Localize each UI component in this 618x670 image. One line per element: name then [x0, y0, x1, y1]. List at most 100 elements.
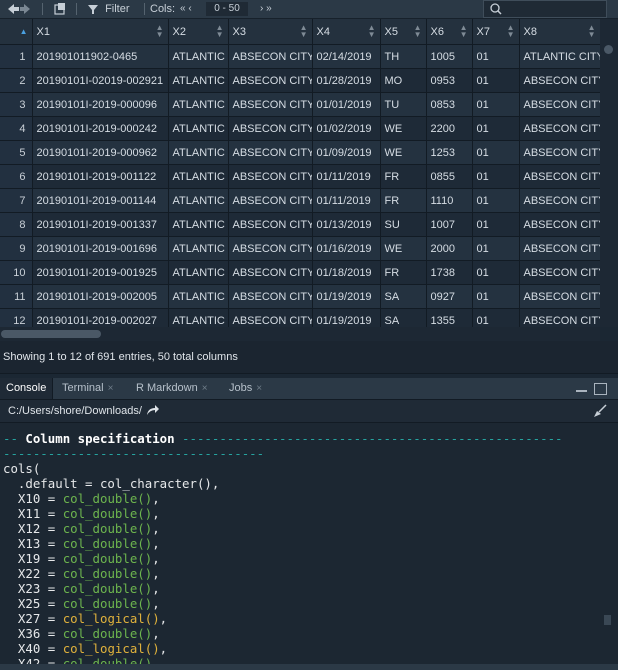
table-cell[interactable]: TH: [380, 44, 427, 69]
table-cell[interactable]: 1355: [426, 308, 473, 327]
table-cell[interactable]: 20190101I-2019-001122: [32, 164, 169, 189]
table-cell[interactable]: ATLANTIC CITY: [519, 44, 600, 69]
search-input[interactable]: [483, 0, 607, 18]
table-cell[interactable]: 01: [472, 92, 520, 117]
close-icon[interactable]: ×: [256, 383, 262, 394]
column-header[interactable]: X2 ▲ ▼: [168, 19, 229, 45]
table-cell[interactable]: ABSECON CITY: [228, 188, 313, 213]
tab-console[interactable]: Console: [0, 378, 54, 399]
cols-next-icon[interactable]: › »: [260, 0, 272, 18]
table-cell[interactable]: ABSECON CITY: [228, 116, 313, 141]
table-cell[interactable]: SU: [380, 212, 427, 237]
table-cell[interactable]: ABSECON CITY: [519, 260, 600, 285]
table-cell[interactable]: 01: [472, 68, 520, 93]
table-cell[interactable]: 01: [472, 212, 520, 237]
table-row[interactable]: 6 20190101I-2019-001122 ATLANTIC ABSECON CI…: [0, 164, 600, 189]
table-row[interactable]: 3 20190101I-2019-000096 ATLANTIC ABSECON CI…: [0, 92, 600, 117]
scrollbar-thumb[interactable]: [1, 330, 101, 338]
table-cell[interactable]: ATLANTIC: [168, 164, 229, 189]
table-cell[interactable]: 20190101I-2019-001337: [32, 212, 169, 237]
table-cell[interactable]: 0927: [426, 284, 473, 309]
close-icon[interactable]: ×: [108, 383, 114, 394]
table-cell[interactable]: 20190101I-2019-000096: [32, 92, 169, 117]
table-cell[interactable]: 20190101I-2019-001144: [32, 188, 169, 213]
cols-range-field[interactable]: 0 - 50: [206, 2, 248, 16]
working-directory-path[interactable]: C:/Users/shore/Downloads/: [8, 405, 142, 417]
row-number-header[interactable]: ▲: [0, 19, 33, 45]
column-header[interactable]: X3 ▲ ▼: [228, 19, 313, 45]
table-cell[interactable]: 01/11/2019: [312, 164, 381, 189]
table-cell[interactable]: ATLANTIC: [168, 212, 229, 237]
table-cell[interactable]: 0953: [426, 68, 473, 93]
table-cell[interactable]: 01: [472, 260, 520, 285]
vertical-scrollbar[interactable]: [600, 19, 618, 327]
table-cell[interactable]: 01/11/2019: [312, 188, 381, 213]
table-cell[interactable]: ATLANTIC: [168, 236, 229, 261]
table-cell[interactable]: 20190101I-02019-002921: [32, 68, 169, 93]
table-cell[interactable]: ATLANTIC: [168, 284, 229, 309]
tab-jobs[interactable]: Jobs ×: [229, 378, 262, 399]
table-cell[interactable]: 01: [472, 140, 520, 165]
table-cell[interactable]: 01/13/2019: [312, 212, 381, 237]
horizontal-scrollbar[interactable]: [0, 327, 600, 341]
table-cell[interactable]: ABSECON CITY: [519, 236, 600, 261]
table-cell[interactable]: WE: [380, 116, 427, 141]
scrollbar-thumb[interactable]: [604, 615, 611, 625]
table-row[interactable]: 10 20190101I-2019-001925 ATLANTIC ABSECON C…: [0, 260, 600, 285]
filter-button[interactable]: Filter: [88, 0, 130, 18]
table-cell[interactable]: 01/18/2019: [312, 260, 381, 285]
table-cell[interactable]: ATLANTIC: [168, 92, 229, 117]
close-icon[interactable]: ×: [202, 383, 208, 394]
table-cell[interactable]: 01/09/2019: [312, 140, 381, 165]
table-cell[interactable]: 01/02/2019: [312, 116, 381, 141]
minimize-icon[interactable]: [576, 383, 587, 392]
table-cell[interactable]: FR: [380, 164, 427, 189]
table-row[interactable]: 5 20190101I-2019-000962 ATLANTIC ABSECON CI…: [0, 140, 600, 165]
table-cell[interactable]: 1007: [426, 212, 473, 237]
tab-terminal[interactable]: Terminal ×: [62, 378, 113, 399]
clear-console-icon[interactable]: [592, 403, 608, 422]
table-cell[interactable]: 01: [472, 236, 520, 261]
table-cell[interactable]: ABSECON CITY: [519, 188, 600, 213]
table-cell[interactable]: ABSECON CITY: [228, 164, 313, 189]
table-cell[interactable]: 20190101I-2019-000242: [32, 116, 169, 141]
table-cell[interactable]: ABSECON CITY: [519, 68, 600, 93]
table-cell[interactable]: ABSECON CITY: [519, 164, 600, 189]
table-cell[interactable]: ATLANTIC: [168, 308, 229, 327]
column-header[interactable]: X1 ▲ ▼: [32, 19, 169, 45]
table-cell[interactable]: ATLANTIC: [168, 188, 229, 213]
table-cell[interactable]: ABSECON CITY: [228, 92, 313, 117]
table-cell[interactable]: 01: [472, 308, 520, 327]
table-cell[interactable]: 01/28/2019: [312, 68, 381, 93]
table-cell[interactable]: 01/19/2019: [312, 284, 381, 309]
table-cell[interactable]: ABSECON CITY: [519, 308, 600, 327]
table-row[interactable]: 8 20190101I-2019-001337 ATLANTIC ABSECON CI…: [0, 212, 600, 237]
table-cell[interactable]: ABSECON CITY: [228, 260, 313, 285]
table-cell[interactable]: 01: [472, 284, 520, 309]
table-cell[interactable]: 20190101I-2019-001925: [32, 260, 169, 285]
column-header[interactable]: X7 ▲ ▼: [472, 19, 520, 45]
console-scrollbar[interactable]: [600, 423, 618, 664]
table-cell[interactable]: WE: [380, 236, 427, 261]
table-cell[interactable]: 2000: [426, 236, 473, 261]
table-cell[interactable]: ATLANTIC: [168, 44, 229, 69]
table-cell[interactable]: ABSECON CITY: [228, 44, 313, 69]
table-cell[interactable]: ABSECON CITY: [519, 284, 600, 309]
table-cell[interactable]: ABSECON CITY: [519, 92, 600, 117]
column-header[interactable]: X8 ▲ ▼: [519, 19, 600, 45]
table-cell[interactable]: ABSECON CITY: [519, 116, 600, 141]
table-cell[interactable]: 20190101I-2019-002005: [32, 284, 169, 309]
column-header[interactable]: X4 ▲ ▼: [312, 19, 381, 45]
console-output[interactable]: -- Column specification ----------------…: [0, 423, 600, 664]
table-cell[interactable]: ABSECON CITY: [519, 212, 600, 237]
table-cell[interactable]: 01: [472, 44, 520, 69]
table-cell[interactable]: 20190101I-2019-002027: [32, 308, 169, 327]
table-cell[interactable]: 01/01/2019: [312, 92, 381, 117]
table-row[interactable]: 2 20190101I-02019-002921 ATLANTIC ABSECON C…: [0, 68, 600, 93]
table-cell[interactable]: ABSECON CITY: [228, 284, 313, 309]
column-header[interactable]: X5 ▲ ▼: [380, 19, 427, 45]
table-cell[interactable]: 20190101I-2019-001696: [32, 236, 169, 261]
table-cell[interactable]: ATLANTIC: [168, 116, 229, 141]
table-cell[interactable]: 01/19/2019: [312, 308, 381, 327]
table-cell[interactable]: WE: [380, 140, 427, 165]
